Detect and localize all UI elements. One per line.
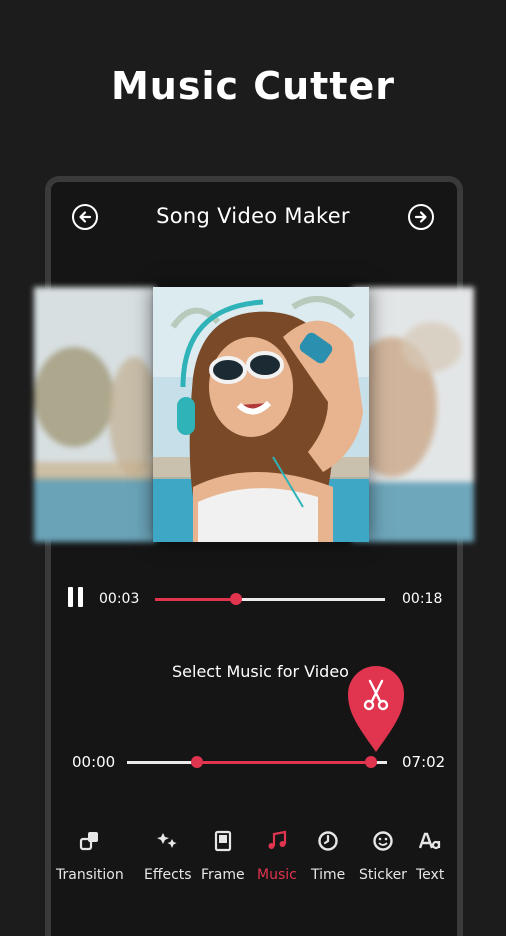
tool-label: Time (311, 867, 346, 883)
tool-sticker[interactable]: Sticker (359, 830, 407, 883)
main-photo (153, 287, 369, 542)
promo-headline: Music Cutter (110, 64, 396, 108)
tool-label: Effects (144, 867, 192, 883)
tool-transition[interactable]: Transition (56, 830, 124, 883)
text-icon (419, 830, 441, 852)
tool-frame[interactable]: Frame (201, 830, 245, 883)
music-range-fill (197, 761, 372, 764)
current-time: 00:03 (99, 591, 140, 607)
tool-music[interactable]: Music (257, 830, 297, 883)
tool-time[interactable]: Time (311, 830, 345, 883)
video-progress-fill (155, 598, 236, 601)
music-start-time: 00:00 (72, 753, 116, 771)
music-end-time: 07:02 (402, 753, 446, 771)
transition-icon (79, 830, 101, 852)
tool-label: Transition (56, 867, 124, 883)
sticker-icon (372, 830, 394, 852)
clock-icon (317, 830, 339, 852)
tool-label: Music (257, 867, 297, 883)
arrow-right-circle-icon (414, 211, 427, 223)
tool-label: Text (416, 867, 445, 883)
tool-label: Sticker (359, 867, 407, 883)
select-music-label[interactable]: Select Music for Video (172, 662, 349, 681)
bottom-toolbar: Transition Effects Frame Music Time Stic… (56, 830, 452, 890)
tool-effects[interactable]: Effects (144, 830, 192, 883)
forward-button[interactable] (408, 204, 434, 230)
music-cut-marker[interactable] (346, 664, 406, 754)
music-note-icon (266, 830, 288, 852)
app-header: Song Video Maker (52, 196, 454, 240)
video-progress-handle[interactable] (229, 593, 242, 605)
previous-slide-thumbnail[interactable] (34, 287, 156, 542)
tool-label: Frame (201, 867, 245, 883)
frame-icon (212, 830, 234, 852)
effects-icon (156, 830, 179, 852)
total-time: 00:18 (402, 591, 443, 607)
next-slide-thumbnail[interactable] (352, 287, 474, 542)
pause-button[interactable] (68, 587, 84, 607)
tool-text[interactable]: Text (416, 830, 444, 883)
video-preview[interactable] (34, 287, 474, 542)
page-title: Song Video Maker (156, 204, 350, 228)
